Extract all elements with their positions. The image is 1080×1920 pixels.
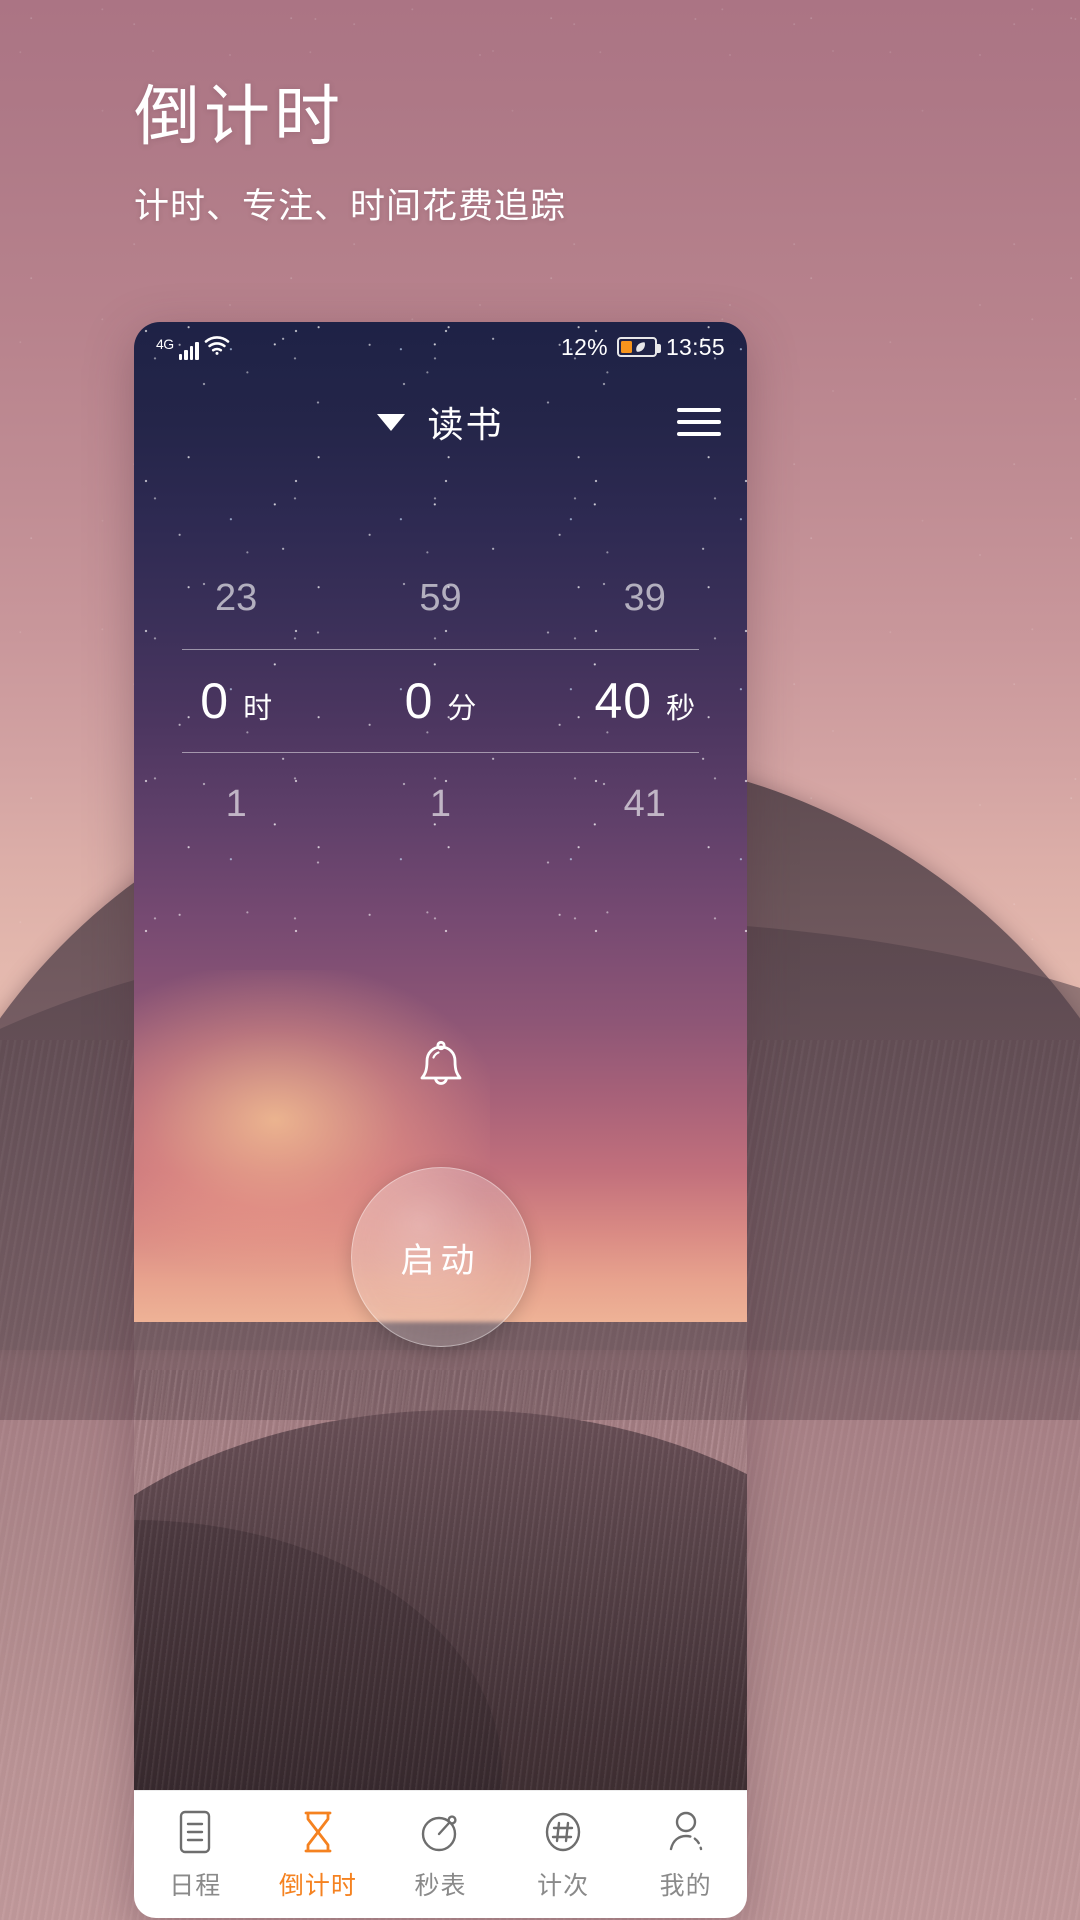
picker-next-seconds-value: 41 <box>623 782 666 825</box>
picker-prev-hours-value: 23 <box>215 576 258 619</box>
status-bar: 4G 12% 13:55 <box>134 322 747 372</box>
picker-row-next[interactable]: 1 1 41 <box>134 753 747 855</box>
tab-profile-label: 我的 <box>659 1872 712 1900</box>
battery-percent-label: 12% <box>561 333 608 360</box>
picker-minutes-cell[interactable]: 0 分 <box>338 672 542 730</box>
picker-minutes-unit: 分 <box>447 693 477 725</box>
battery-saver-icon <box>616 337 661 357</box>
picker-seconds-cell[interactable]: 40 秒 <box>543 672 747 730</box>
hero-text-block: 倒计时 计时、专注、时间花费追踪 <box>134 78 566 229</box>
time-picker[interactable]: 23 59 39 0 时 0 分 40 秒 1 1 41 <box>134 547 747 855</box>
alarm-button[interactable] <box>134 1040 747 1098</box>
picker-hours-value: 0 <box>200 673 230 729</box>
person-icon <box>665 1807 707 1857</box>
status-bar-clock: 13:55 <box>665 333 725 360</box>
picker-hours-cell[interactable]: 0 时 <box>134 672 338 730</box>
start-button[interactable]: 启动 <box>350 1167 531 1347</box>
status-bar-left: 4G <box>156 334 230 360</box>
bottom-tab-bar: 日程 倒计时 秒表 计次 我的 <box>134 1790 747 1918</box>
tab-stopwatch-label: 秒表 <box>414 1872 467 1900</box>
picker-next-minutes[interactable]: 1 <box>338 783 542 826</box>
hamburger-menu-icon[interactable] <box>677 400 721 444</box>
picker-next-hours-value: 1 <box>225 782 247 825</box>
picker-row-selected[interactable]: 0 时 0 分 40 秒 <box>134 650 747 752</box>
picker-seconds-unit: 秒 <box>666 693 696 725</box>
timer-selector[interactable]: 读书 <box>377 396 503 448</box>
timer-name-label: 读书 <box>427 404 504 445</box>
picker-minutes-value: 0 <box>404 673 434 729</box>
signal-bars-icon <box>178 341 199 360</box>
schedule-document-icon <box>175 1807 215 1857</box>
tally-hash-icon <box>542 1807 584 1857</box>
picker-prev-seconds-value: 39 <box>623 576 666 619</box>
tab-tally[interactable]: 计次 <box>502 1807 625 1902</box>
tab-tally-label: 计次 <box>537 1872 590 1900</box>
picker-prev-seconds[interactable]: 39 <box>543 577 747 620</box>
caret-down-icon[interactable] <box>377 413 406 431</box>
wallpaper-dune-texture <box>134 1370 747 1790</box>
tab-schedule-label: 日程 <box>169 1872 222 1900</box>
tab-stopwatch[interactable]: 秒表 <box>379 1807 502 1902</box>
wifi-icon <box>204 335 230 360</box>
picker-prev-hours[interactable]: 23 <box>134 577 338 620</box>
tab-countdown-label: 倒计时 <box>278 1872 357 1900</box>
tab-schedule[interactable]: 日程 <box>134 1807 257 1902</box>
picker-row-previous[interactable]: 23 59 39 <box>134 547 747 649</box>
tab-profile[interactable]: 我的 <box>624 1807 747 1902</box>
page-title: 倒计时 <box>134 79 344 153</box>
phone-screen: 4G 12% 13:55 读书 23 59 39 0 时 0 分 40 秒 1 … <box>134 322 747 1790</box>
bell-icon[interactable] <box>414 1040 468 1098</box>
picker-next-hours[interactable]: 1 <box>134 783 338 826</box>
wallpaper-dune <box>134 1370 747 1790</box>
app-header: 读书 <box>134 382 747 462</box>
picker-prev-minutes-value: 59 <box>419 576 462 619</box>
stopwatch-icon <box>418 1807 462 1857</box>
network-type-label: 4G <box>156 336 174 352</box>
picker-prev-minutes[interactable]: 59 <box>338 577 542 620</box>
phone-mockup: 4G 12% 13:55 读书 23 59 39 0 时 0 分 40 秒 1 … <box>134 322 747 1918</box>
hourglass-icon <box>298 1807 338 1857</box>
status-bar-right: 12% 13:55 <box>561 334 725 361</box>
tab-countdown[interactable]: 倒计时 <box>257 1807 380 1902</box>
picker-seconds-value: 40 <box>594 673 653 729</box>
picker-next-minutes-value: 1 <box>429 782 452 825</box>
picker-next-seconds[interactable]: 41 <box>543 783 747 826</box>
picker-hours-unit: 时 <box>243 693 273 725</box>
page-subtitle: 计时、专注、时间花费追踪 <box>134 186 567 226</box>
